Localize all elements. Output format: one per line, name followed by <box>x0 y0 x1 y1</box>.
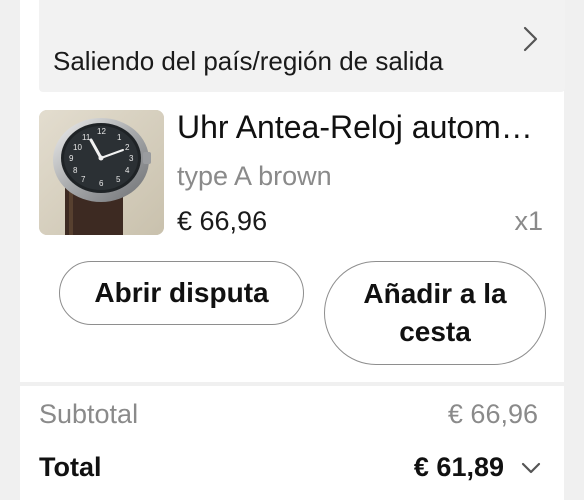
open-dispute-button[interactable]: Abrir disputa <box>59 261 304 325</box>
svg-text:1: 1 <box>117 133 122 142</box>
svg-text:8: 8 <box>73 166 78 175</box>
watch-photo-icon: 12 3 6 9 1 2 4 5 7 8 10 11 <box>39 110 164 235</box>
svg-text:10: 10 <box>73 143 82 152</box>
svg-text:4: 4 <box>125 166 130 175</box>
svg-text:9: 9 <box>69 154 74 163</box>
svg-text:12: 12 <box>97 127 106 136</box>
subtotal-value: € 66,96 <box>447 399 538 429</box>
product-quantity: x1 <box>514 206 543 236</box>
chevron-down-icon[interactable] <box>520 460 542 476</box>
total-value[interactable]: € 61,89 <box>414 452 504 483</box>
svg-text:3: 3 <box>129 154 134 163</box>
shipping-status-row[interactable]: Saliendo del país/región de salida <box>39 0 565 92</box>
svg-text:5: 5 <box>116 175 121 184</box>
total-label: Total <box>39 452 102 482</box>
product-title[interactable]: Uhr Antea-Reloj autom… <box>177 106 547 148</box>
svg-text:7: 7 <box>81 175 86 184</box>
product-image[interactable]: 12 3 6 9 1 2 4 5 7 8 10 11 <box>39 110 164 235</box>
product-variant: type A brown <box>177 161 332 191</box>
svg-text:6: 6 <box>99 179 104 188</box>
order-summary: Subtotal € 66,96 Total € 61,89 <box>20 386 564 500</box>
product-price: € 66,96 <box>177 206 268 236</box>
chevron-right-icon <box>523 26 538 52</box>
order-item-card: Saliendo del país/región de salida 12 3 … <box>20 0 565 382</box>
svg-text:2: 2 <box>125 143 130 152</box>
add-to-cart-button[interactable]: Añadir a la cesta <box>324 261 546 365</box>
shipping-status-text: Saliendo del país/región de salida <box>53 46 444 76</box>
svg-text:11: 11 <box>82 133 91 142</box>
subtotal-label: Subtotal <box>39 399 139 429</box>
